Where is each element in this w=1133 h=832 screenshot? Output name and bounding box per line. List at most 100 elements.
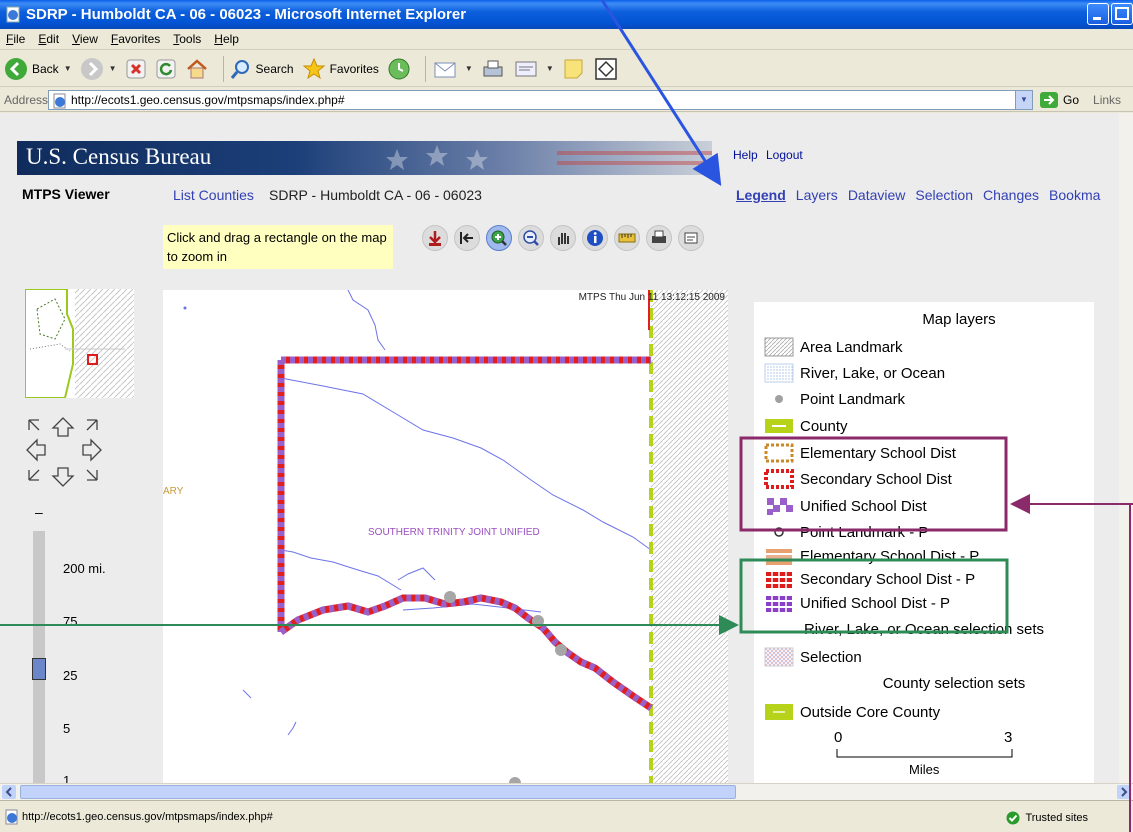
address-input[interactable]: http://ecots1.geo.census.gov/mtpsmaps/in… <box>48 89 1033 110</box>
messenger-button[interactable] <box>594 54 618 84</box>
search-button[interactable]: Search <box>230 54 294 84</box>
mail-button[interactable]: ▼ <box>432 54 473 84</box>
scale-label-75[interactable]: 75 <box>63 614 77 629</box>
tool-hint: Click and drag a rectangle on the map to… <box>163 225 393 269</box>
menu-edit[interactable]: Edit <box>38 32 59 46</box>
maximize-button[interactable] <box>1111 3 1133 25</box>
address-dropdown-button[interactable]: ▼ <box>1015 90 1032 109</box>
export-button[interactable] <box>678 225 704 251</box>
scale-label-200[interactable]: 200 mi. <box>63 561 106 576</box>
history-button[interactable] <box>387 54 411 84</box>
menu-help[interactable]: Help <box>214 32 239 46</box>
legend-label: Point Landmark - P <box>800 523 929 541</box>
star-icon <box>302 57 325 79</box>
legend-label: Secondary School Dist - P <box>800 570 976 588</box>
outside-county-area <box>651 290 728 783</box>
scroll-left-icon[interactable] <box>2 785 16 799</box>
menu-tools[interactable]: Tools <box>173 32 201 46</box>
legend-heading-river-sets: River, Lake, or Ocean selection sets <box>803 621 1045 638</box>
tab-changes[interactable]: Changes <box>983 187 1039 203</box>
stop-button[interactable] <box>125 54 147 84</box>
favorites-button[interactable]: Favorites <box>302 54 379 84</box>
edit-button[interactable]: ▼ <box>513 54 554 84</box>
vertical-scrollbar[interactable] <box>1119 113 1133 797</box>
printer-icon <box>652 230 666 243</box>
window-controls <box>1087 3 1133 25</box>
horizontal-scroll-thumb[interactable] <box>20 785 736 799</box>
scale-label-5[interactable]: 5 <box>63 721 70 736</box>
print-map-button[interactable] <box>646 225 672 251</box>
pan-northeast-icon[interactable] <box>86 419 98 431</box>
links-button[interactable]: Links <box>1093 93 1121 107</box>
help-link[interactable]: Help <box>733 148 758 162</box>
previous-extent-icon <box>460 232 473 244</box>
tab-legend[interactable]: Legend <box>736 187 786 203</box>
pan-west-icon[interactable] <box>26 438 46 462</box>
map-edge-label: ARY <box>163 486 184 497</box>
go-button[interactable]: Go <box>1039 91 1079 109</box>
toolbar-separator <box>424 55 426 82</box>
zoom-out-button[interactable] <box>518 225 544 251</box>
scale-label-1[interactable]: 1 <box>63 773 70 783</box>
unified-school-p-swatch <box>766 595 792 612</box>
minimize-button[interactable] <box>1087 3 1109 25</box>
menu-favorites[interactable]: Favorites <box>111 32 160 46</box>
pan-button[interactable] <box>550 225 576 251</box>
home-button[interactable] <box>185 54 209 84</box>
print-button[interactable] <box>481 54 505 84</box>
zoom-scale-thumb[interactable] <box>32 658 46 680</box>
view-tabs: Legend Layers Dataview Selection Changes… <box>736 187 1100 203</box>
notes-button[interactable] <box>562 54 586 84</box>
legend-label: County <box>800 417 848 435</box>
point-landmarks <box>444 591 567 783</box>
zoom-in-button[interactable] <box>486 225 512 251</box>
edit-page-icon <box>515 61 537 76</box>
pan-southwest-icon[interactable] <box>28 469 40 481</box>
logout-link[interactable]: Logout <box>766 148 803 162</box>
refresh-button[interactable] <box>155 54 177 84</box>
menu-bar: File Edit View Favorites Tools Help <box>0 29 1133 50</box>
menu-view[interactable]: View <box>72 32 98 46</box>
forward-button[interactable]: ▼ <box>80 54 117 84</box>
identify-button[interactable] <box>582 225 608 251</box>
menu-file[interactable]: File <box>6 32 25 46</box>
pan-northwest-icon[interactable] <box>28 419 40 431</box>
overview-map-drawing <box>25 289 134 398</box>
tab-bookmarks[interactable]: Bookma <box>1049 187 1100 203</box>
legend-label: River, Lake, or Ocean <box>800 364 946 382</box>
window-title: SDRP - Humboldt CA - 06 - 06023 - Micros… <box>26 6 467 23</box>
legend-scale-units: Miles <box>909 762 940 777</box>
pan-south-icon[interactable] <box>51 467 75 487</box>
previous-extent-button[interactable] <box>454 225 480 251</box>
zoom-scale-track[interactable] <box>33 531 45 783</box>
census-banner: U.S. Census Bureau <box>17 141 712 175</box>
pan-east-icon[interactable] <box>82 438 102 462</box>
measure-button[interactable] <box>614 225 640 251</box>
elementary-school-p-swatch <box>766 549 792 565</box>
back-arrow-icon <box>5 57 27 80</box>
window-title-bar[interactable]: SDRP - Humboldt CA - 06 - 06023 - Micros… <box>0 0 1133 29</box>
overview-map[interactable] <box>25 289 134 398</box>
chevron-down-icon: ▼ <box>545 64 554 73</box>
legend-heading-county-sets: County selection sets <box>882 675 1026 692</box>
minimize-icon <box>1093 17 1101 20</box>
main-map[interactable]: SOUTHERN TRINITY JOINT UNIFIED ARY MTPS … <box>163 290 728 783</box>
horizontal-scrollbar[interactable] <box>0 783 1133 800</box>
tab-dataview[interactable]: Dataview <box>848 187 906 203</box>
tab-layers[interactable]: Layers <box>796 187 838 203</box>
scroll-right-icon[interactable] <box>1117 785 1131 799</box>
zoom-scale-minus[interactable]: – <box>35 504 43 520</box>
browser-toolbar: Back ▼ ▼ Search Favorites ▼ ▼ <box>0 51 1133 87</box>
list-counties-link[interactable]: List Counties <box>173 187 254 203</box>
pan-north-icon[interactable] <box>51 417 75 437</box>
legend-item-secondary-school-dist-p: Secondary School Dist - P <box>764 568 975 590</box>
scale-label-25[interactable]: 25 <box>63 668 77 683</box>
back-button[interactable]: Back ▼ <box>4 54 72 84</box>
mail-icon <box>434 62 456 77</box>
map-drawing: SOUTHERN TRINITY JOINT UNIFIED ARY <box>163 290 728 783</box>
pan-southeast-icon[interactable] <box>86 469 98 481</box>
full-extent-button[interactable] <box>422 225 448 251</box>
tab-selection[interactable]: Selection <box>915 187 973 203</box>
viewer-label: MTPS Viewer <box>22 186 110 202</box>
unified-school-swatch <box>767 498 793 515</box>
